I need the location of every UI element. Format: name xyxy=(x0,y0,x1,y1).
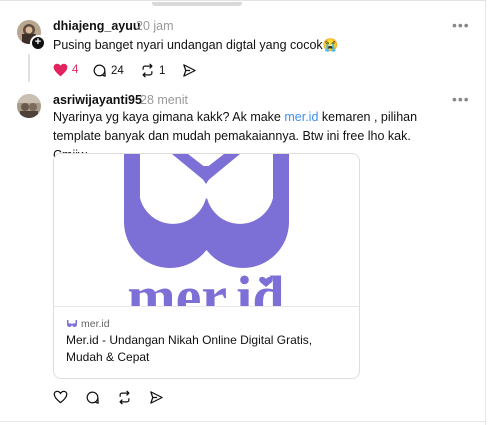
share-icon xyxy=(150,391,163,404)
follow-plus-icon[interactable]: + xyxy=(30,35,46,51)
link-preview-card[interactable]: mer.id mer.id Mer.id - Undangan Nikah On… xyxy=(53,153,360,379)
share-icon xyxy=(183,64,196,77)
heart-icon xyxy=(53,390,68,404)
comment-icon xyxy=(93,64,106,77)
post-time: 20 jam xyxy=(136,19,174,33)
share-button[interactable] xyxy=(182,63,197,78)
post-time: 28 menit xyxy=(140,93,188,107)
link-preview-title: Mer.id - Undangan Nikah Online Digital G… xyxy=(66,333,313,364)
thread-line xyxy=(28,54,30,82)
more-icon[interactable]: ••• xyxy=(452,91,470,107)
repost-button[interactable]: 1 xyxy=(140,63,165,78)
comment-button[interactable] xyxy=(85,390,100,405)
post: + dhiajeng_ayuu 20 jam ••• Pusing banget… xyxy=(0,0,486,88)
comment-icon xyxy=(86,391,99,404)
heart-icon xyxy=(53,63,68,77)
repost-count: 1 xyxy=(159,64,166,77)
more-icon[interactable]: ••• xyxy=(452,17,470,33)
post-text-part: Nyarinya yg kaya gimana kakk? Ak make xyxy=(53,110,285,124)
threads-feed: + dhiajeng_ayuu 20 jam ••• Pusing banget… xyxy=(0,0,486,425)
divider xyxy=(0,421,486,422)
avatar[interactable] xyxy=(17,94,41,118)
like-button[interactable] xyxy=(53,390,68,404)
like-button[interactable]: 4 xyxy=(53,63,78,77)
post-text: Pusing banget nyari undangan digtal yang… xyxy=(53,38,339,52)
share-button[interactable] xyxy=(149,390,164,405)
post-username[interactable]: dhiajeng_ayuu xyxy=(53,19,141,33)
merid-logo: mer.id xyxy=(124,154,289,306)
post-link[interactable]: mer.id xyxy=(284,110,318,124)
link-preview-image: mer.id xyxy=(54,154,359,307)
like-count: 4 xyxy=(72,64,79,76)
repost-icon xyxy=(142,63,153,78)
repost-icon xyxy=(119,390,130,405)
repost-button[interactable] xyxy=(117,390,132,405)
post-username[interactable]: asriwijayanti95 xyxy=(53,93,142,107)
merid-favicon-icon xyxy=(67,319,77,327)
comment-count: 24 xyxy=(111,64,124,77)
comment-button[interactable]: 24 xyxy=(92,63,124,78)
merid-logo-text: mer.id xyxy=(127,264,284,306)
link-preview-domain-text: mer.id xyxy=(81,318,110,330)
link-preview-domain: mer.id xyxy=(66,318,110,330)
